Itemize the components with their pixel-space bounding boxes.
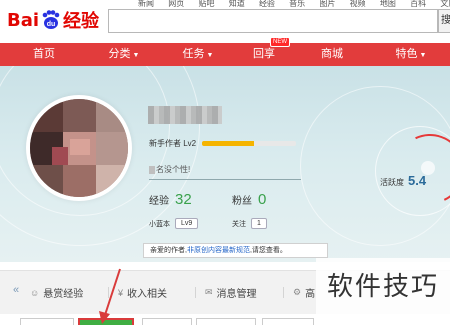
- content-tab[interactable]: [20, 318, 74, 325]
- tab-divider: [195, 287, 196, 298]
- tab-advanced-label: 高: [305, 289, 316, 300]
- chevron-down-icon: ▼: [206, 52, 214, 59]
- nav-tasks-label: 任务: [182, 48, 205, 60]
- level-progress-fill: [202, 141, 254, 146]
- nav-mall-label: 商城: [321, 48, 343, 60]
- content-tab[interactable]: [142, 318, 192, 325]
- main-nav: 首页 分类 ▼ 任务 ▼ 回享 NEW 商城 特色 ▼: [0, 37, 450, 66]
- signature-blur: [149, 165, 155, 174]
- tab-bounty[interactable]: ☺ 悬赏经验: [30, 285, 84, 301]
- tab-bounty-label: 悬赏经验: [43, 289, 84, 300]
- tab-messages-label: 消息管理: [216, 289, 257, 300]
- bounty-icon: ☺: [30, 287, 40, 298]
- level-label: 新手作者 Lv2: [149, 139, 197, 148]
- fans-label: 粉丝: [232, 196, 252, 207]
- paw-icon: du: [42, 10, 60, 29]
- chevron-down-icon: ▼: [132, 52, 140, 59]
- logo-text-du: du: [47, 21, 56, 28]
- avatar: [30, 99, 128, 197]
- content-tab[interactable]: [196, 318, 256, 325]
- profile-banner: 新手作者 Lv2 名没个性! 经验 32 粉丝 0 小蓝本 Lv9 关注 1 亲爱的作者…: [0, 66, 450, 262]
- envelope-icon: ✉: [205, 287, 213, 297]
- search-input[interactable]: [108, 9, 438, 33]
- notice-link[interactable]: 非原创内容最新规范: [187, 247, 250, 254]
- follow-stat[interactable]: 关注 1: [232, 218, 267, 229]
- search-header: Bai du 经验 搜: [0, 0, 450, 40]
- nav-category-label: 分类: [108, 48, 131, 60]
- nav-mall[interactable]: 商城: [292, 43, 372, 66]
- avatar-image: [30, 99, 128, 197]
- level-row: 新手作者 Lv2: [149, 138, 297, 149]
- follow-value: 1: [251, 218, 267, 229]
- nav-home[interactable]: 首页: [0, 43, 88, 66]
- signature-text: 名没个性!: [156, 165, 191, 174]
- tab-advanced[interactable]: ⚙ 高: [293, 285, 315, 300]
- notice-prefix: 亲爱的作者,: [150, 247, 187, 254]
- exp-value: 32: [175, 191, 192, 208]
- tab-messages[interactable]: ✉ 消息管理: [205, 285, 257, 300]
- annotation-arrow-icon: [99, 268, 121, 324]
- fans-stat[interactable]: 粉丝 0: [232, 191, 266, 208]
- nav-category[interactable]: 分类 ▼: [88, 43, 160, 66]
- activity-label: 活跃度: [380, 178, 404, 187]
- level-progress-bar: [202, 141, 297, 146]
- activity-stat: 活跃度 5.4: [380, 173, 426, 188]
- search-button[interactable]: 搜: [438, 9, 450, 33]
- blue-label: 小蓝本: [149, 220, 170, 228]
- blue-book-stat: 小蓝本 Lv9: [149, 218, 199, 229]
- collapse-icon[interactable]: «: [13, 284, 19, 296]
- watermark: 软件技巧: [316, 258, 450, 314]
- blue-value: Lv9: [175, 218, 199, 229]
- nav-huixiang-label: 回享: [253, 48, 275, 60]
- logo-text-bai: Bai: [7, 9, 40, 31]
- tab-income-label: 收入相关: [127, 289, 168, 300]
- nav-featured-label: 特色: [395, 48, 418, 60]
- avatar-frame[interactable]: [26, 95, 132, 201]
- activity-value: 5.4: [408, 173, 427, 188]
- exp-stat: 经验 32: [149, 191, 192, 208]
- logo-text-jingyan: 经验: [63, 11, 100, 31]
- nav-featured[interactable]: 特色 ▼: [372, 43, 450, 66]
- signature[interactable]: 名没个性!: [149, 164, 301, 180]
- notice-bar: 亲爱的作者,非原创内容最新规范,请您查看。: [143, 243, 328, 258]
- notice-suffix: ,请您查看。: [249, 247, 287, 254]
- chevron-down-icon: ▼: [419, 52, 427, 59]
- content-tab[interactable]: [262, 318, 314, 325]
- follow-label: 关注: [232, 220, 246, 228]
- nav-home-label: 首页: [33, 48, 55, 60]
- new-badge: NEW: [270, 37, 290, 47]
- nav-tasks[interactable]: 任务 ▼: [160, 43, 236, 66]
- nav-huixiang[interactable]: 回享 NEW: [236, 37, 292, 66]
- fans-value: 0: [258, 191, 267, 208]
- baidu-jingyan-logo[interactable]: Bai du 经验: [7, 5, 99, 35]
- exp-label: 经验: [149, 196, 169, 207]
- tab-divider: [283, 287, 284, 298]
- gear-icon: ⚙: [293, 287, 302, 297]
- username-blurred: [148, 106, 222, 124]
